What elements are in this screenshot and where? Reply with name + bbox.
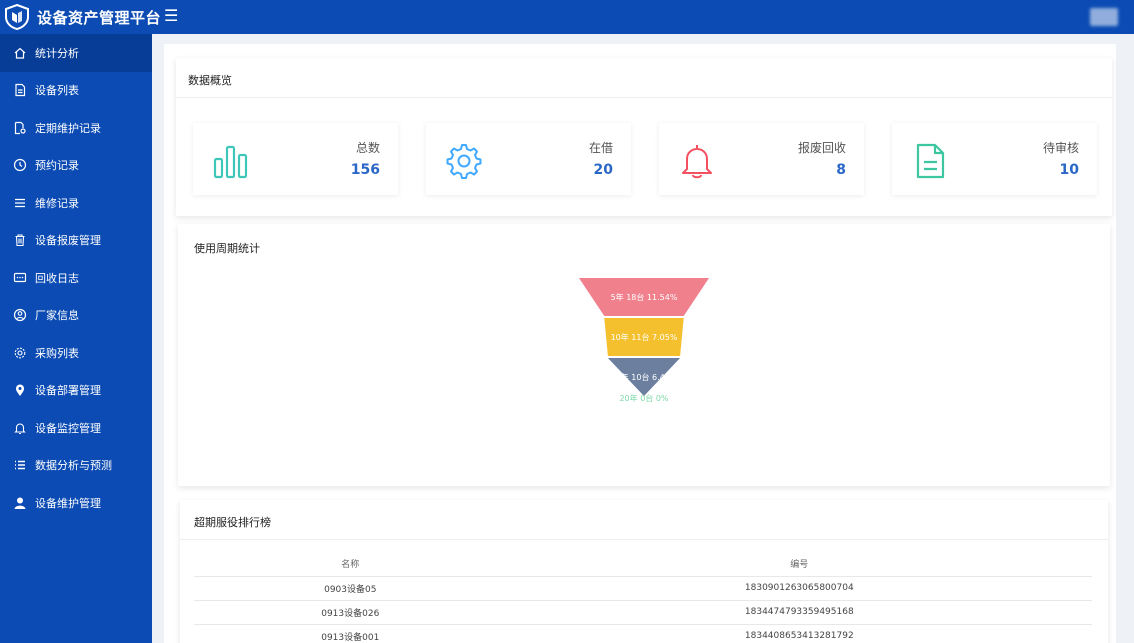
table-header-row: 名称 编号 bbox=[194, 552, 1092, 577]
stat-label: 报废回收 bbox=[797, 141, 846, 155]
stat-value: 8 bbox=[836, 162, 846, 178]
sidebar-item-label: 数据分析与预测 bbox=[35, 459, 112, 473]
sidebar-item-label: 设备监控管理 bbox=[35, 421, 101, 435]
divider bbox=[176, 97, 1112, 98]
table-row[interactable]: 0913设备001 1834408653413281792 bbox=[194, 624, 1092, 643]
top-bar: 设备资产管理平台 ☰ bbox=[0, 0, 1134, 34]
sidebar-item[interactable]: 设备部署管理 bbox=[0, 372, 152, 410]
sidebar-item[interactable]: 预约记录 bbox=[0, 147, 152, 185]
list-icon bbox=[13, 458, 27, 472]
gear-icon bbox=[444, 141, 484, 181]
sidebar-item-label: 采购列表 bbox=[35, 346, 79, 360]
sidebar-item[interactable]: 设备监控管理 bbox=[0, 409, 152, 447]
document-icon bbox=[910, 141, 950, 181]
sidebar-item-label: 设备列表 bbox=[35, 84, 79, 98]
stat-label: 在借 bbox=[588, 141, 613, 155]
stat-card-total[interactable]: 总数 156 bbox=[193, 123, 398, 195]
sidebar-item[interactable]: 采购列表 bbox=[0, 334, 152, 372]
sidebar-item[interactable]: 统计分析 bbox=[0, 34, 152, 72]
sidebar-item[interactable]: 数据分析与预测 bbox=[0, 447, 152, 485]
sidebar-item-label: 定期维护记录 bbox=[35, 121, 101, 135]
content-panel: 数据概览 总数 156 在借 20 报废回收 8 待审核 10 使用周期统计 5… bbox=[164, 44, 1116, 643]
sidebar-item[interactable]: 定期维护记录 bbox=[0, 109, 152, 147]
user-avatar[interactable] bbox=[1090, 8, 1118, 26]
bell-icon bbox=[677, 141, 717, 181]
sidebar-item-label: 设备部署管理 bbox=[35, 384, 101, 398]
main-area: 数据概览 总数 156 在借 20 报废回收 8 待审核 10 使用周期统计 5… bbox=[152, 34, 1134, 643]
cell-name: 0913设备026 bbox=[194, 600, 507, 625]
overview-card: 数据概览 总数 156 在借 20 报废回收 8 待审核 10 bbox=[176, 58, 1112, 216]
sidebar-item-label: 预约记录 bbox=[35, 159, 79, 173]
app-title: 设备资产管理平台 bbox=[37, 9, 162, 27]
hamburger-menu-icon[interactable]: ☰ bbox=[164, 6, 178, 25]
column-header-name: 名称 bbox=[194, 552, 507, 577]
sidebar-item-label: 统计分析 bbox=[35, 46, 79, 60]
stat-value: 156 bbox=[350, 162, 380, 178]
table-row[interactable]: 0903设备05 1830901263065800704 bbox=[194, 576, 1092, 601]
lifecycle-card: 使用周期统计 5年 18台 11.54% 10年 11台 7.05% 15年 10台… bbox=[178, 224, 1110, 486]
cell-code: 1834408653413281792 bbox=[506, 624, 1092, 643]
stat-label: 待审核 bbox=[1042, 141, 1079, 155]
cell-code: 1830901263065800704 bbox=[506, 576, 1092, 601]
sidebar: 统计分析设备列表定期维护记录 预约记录维修记录设备报废管理 回收日志厂家信息采购列表… bbox=[0, 34, 152, 643]
user-circle-icon bbox=[13, 308, 27, 322]
funnel-label: 5年 18台 11.54% bbox=[611, 292, 678, 302]
gear-icon bbox=[13, 346, 27, 360]
sidebar-item-label: 回收日志 bbox=[35, 271, 79, 285]
trash-icon bbox=[13, 233, 27, 247]
stat-card-scrapped[interactable]: 报废回收 8 bbox=[659, 123, 864, 195]
overview-title: 数据概览 bbox=[188, 74, 232, 87]
funnel-chart: 5年 18台 11.54% 10年 11台 7.05% 15年 10台 6.41% 2… bbox=[579, 278, 709, 403]
person-icon bbox=[13, 496, 27, 510]
stat-label: 总数 bbox=[355, 141, 380, 155]
stat-value: 20 bbox=[593, 162, 613, 178]
cell-name: 0913设备001 bbox=[194, 624, 507, 643]
sidebar-item-label: 设备报废管理 bbox=[35, 234, 101, 248]
bell-icon bbox=[13, 421, 27, 435]
table-row[interactable]: 0913设备026 1834474793359495168 bbox=[194, 600, 1092, 625]
sidebar-item-label: 维修记录 bbox=[35, 196, 79, 210]
sidebar-item[interactable]: 设备报废管理 bbox=[0, 222, 152, 260]
stat-card-pending[interactable]: 待审核 10 bbox=[892, 123, 1097, 195]
funnel-label: 15年 10台 6.41% bbox=[611, 372, 678, 382]
sidebar-item[interactable]: 厂家信息 bbox=[0, 297, 152, 335]
sidebar-item[interactable]: 回收日志 bbox=[0, 259, 152, 297]
cell-code: 1834474793359495168 bbox=[506, 600, 1092, 625]
stat-card-borrowed[interactable]: 在借 20 bbox=[426, 123, 631, 195]
ranking-table: 名称 编号 0903设备05 1830901263065800704 0913设备0… bbox=[194, 552, 1092, 643]
funnel-label: 10年 11台 7.05% bbox=[611, 332, 678, 342]
ranking-title: 超期服役排行榜 bbox=[194, 516, 271, 529]
sidebar-item[interactable]: 设备维护管理 bbox=[0, 484, 152, 522]
lifecycle-title: 使用周期统计 bbox=[194, 242, 260, 255]
location-pin-icon bbox=[13, 383, 27, 397]
funnel-label: 20年 0台 0% bbox=[619, 393, 668, 403]
file-settings-icon bbox=[13, 121, 27, 135]
chat-icon bbox=[13, 271, 27, 285]
stat-value: 10 bbox=[1059, 162, 1079, 178]
divider bbox=[180, 539, 1108, 540]
cell-name: 0903设备05 bbox=[194, 576, 507, 601]
bar-chart-icon bbox=[211, 141, 251, 181]
shield-logo-icon bbox=[4, 3, 30, 31]
sidebar-item-label: 厂家信息 bbox=[35, 309, 79, 323]
sidebar-item[interactable]: 设备列表 bbox=[0, 72, 152, 110]
home-icon bbox=[13, 46, 27, 60]
menu-lines-icon bbox=[13, 196, 27, 210]
sidebar-item[interactable]: 维修记录 bbox=[0, 184, 152, 222]
sidebar-item-label: 设备维护管理 bbox=[35, 496, 101, 510]
column-header-code: 编号 bbox=[506, 552, 1092, 577]
document-icon bbox=[13, 83, 27, 97]
ranking-card: 超期服役排行榜 名称 编号 0903设备05 183090126306580070… bbox=[180, 500, 1108, 643]
clock-icon bbox=[13, 158, 27, 172]
